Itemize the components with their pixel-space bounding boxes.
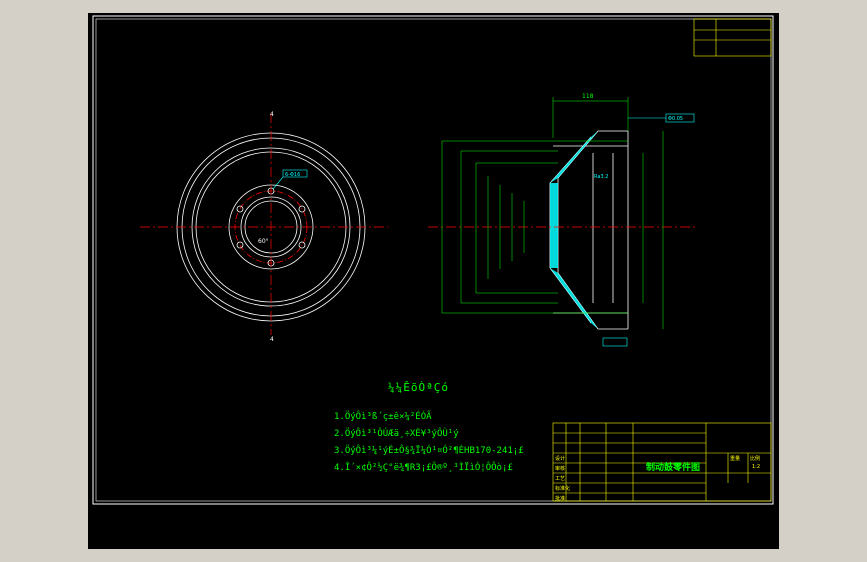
section-mark-top: 4 (270, 111, 274, 118)
drawing-name: 制动鼓零件图 (646, 463, 701, 473)
label-design: 设计 (555, 456, 566, 462)
angle-dimension: 60° (258, 238, 269, 245)
corner-code-block (693, 18, 772, 57)
cad-viewport[interactable]: 4 4 60° 6-Φ16 118 Φ0.05 Ra3.2 ¼¼ÊõÒªÇó 1… (88, 13, 779, 549)
label-scale: 比例 (750, 456, 761, 462)
requirement-item: 1.ÖýÔì³ß´ç±ê×¼²ÉÓÃ (334, 412, 432, 422)
label-approve: 批准 (555, 496, 566, 502)
label-weight: 重量 (730, 456, 741, 462)
tolerance-value: Φ0.05 (668, 116, 683, 122)
section-mark-bottom: 4 (270, 336, 274, 343)
tolerance-frame (602, 113, 695, 347)
scale-value: 1:2 (752, 464, 761, 470)
requirement-item: 2.ÖýÔì³¹ÔÚÆä¸÷XÈ¥³ýÔÙ¹ý (334, 429, 459, 439)
label-standard: 标准化 (555, 486, 571, 492)
roughness-note: Ra3.2 (594, 174, 608, 180)
technical-requirements-title: ¼¼ÊõÒªÇó (388, 381, 449, 394)
label-process: 工艺 (555, 476, 566, 482)
side-view-outline (549, 130, 629, 330)
label-review: 审核 (555, 466, 566, 472)
overall-length-dimension: 118 (582, 93, 594, 100)
hole-note: 6-Φ16 (285, 172, 300, 178)
side-view-hatching (550, 131, 598, 329)
